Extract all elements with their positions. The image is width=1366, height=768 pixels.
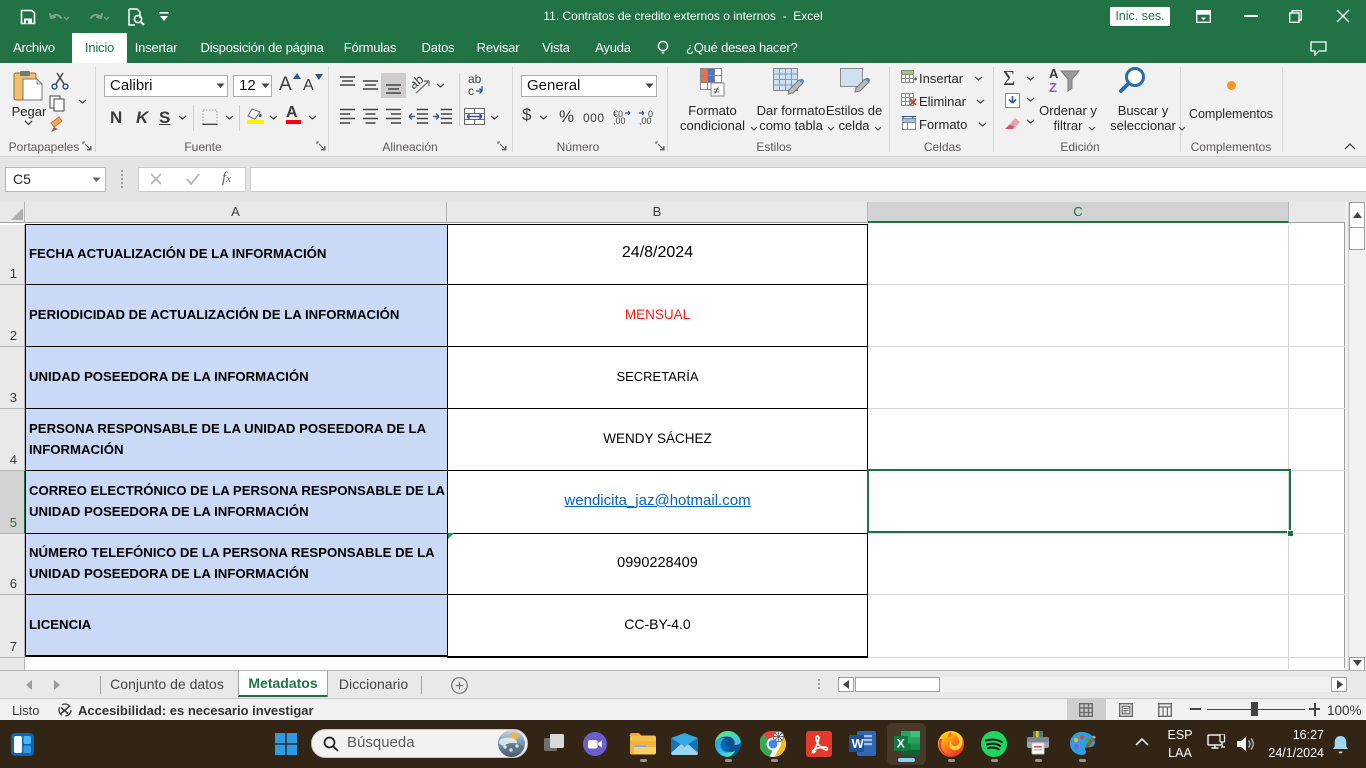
svg-text:0: 0 bbox=[648, 109, 653, 119]
svg-text:X: X bbox=[897, 737, 905, 751]
svg-text:≠: ≠ bbox=[714, 85, 720, 97]
svg-text:W: W bbox=[852, 736, 865, 751]
svg-text:,00: ,00 bbox=[613, 116, 626, 125]
svg-text:c: c bbox=[468, 84, 474, 98]
